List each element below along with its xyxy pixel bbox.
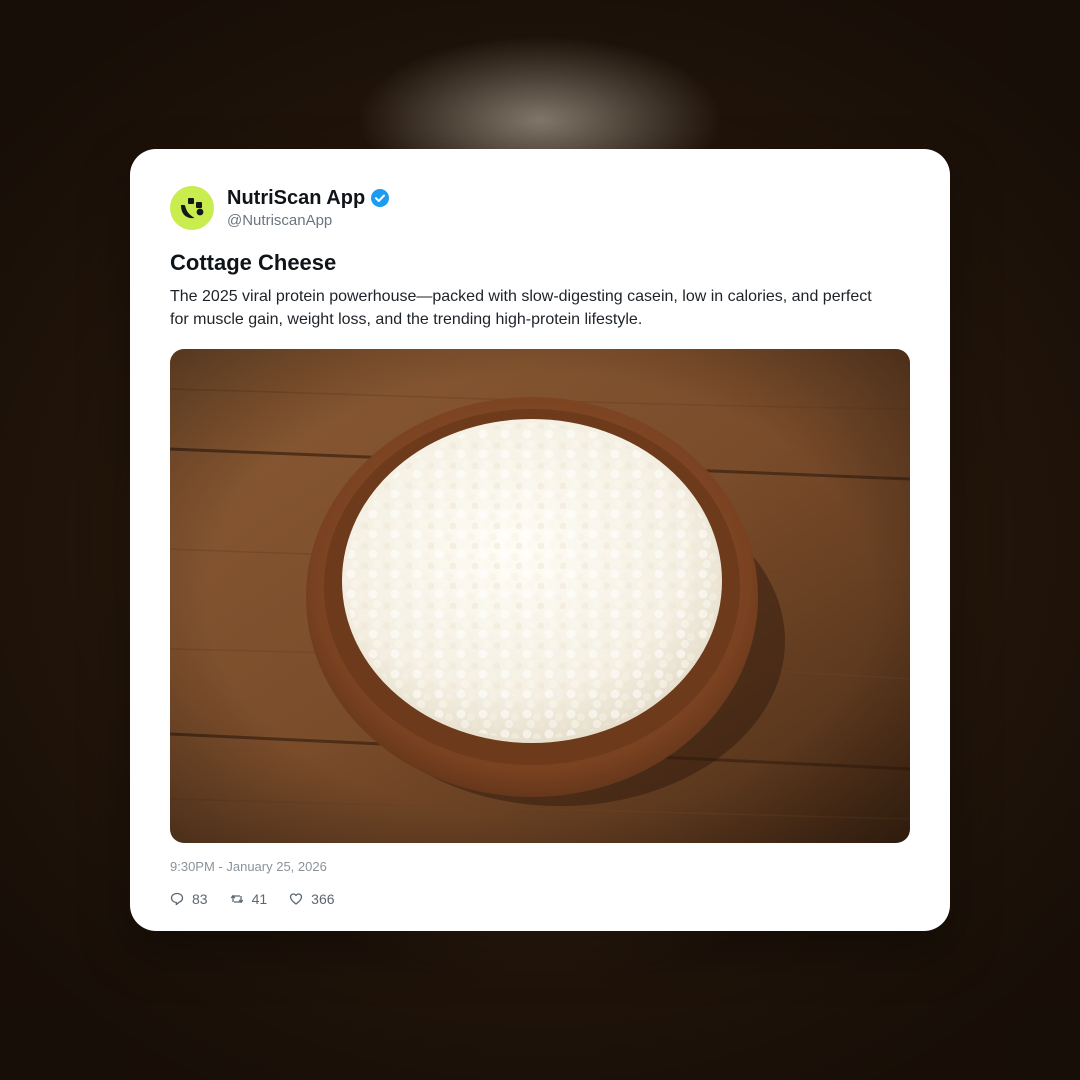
reply-button[interactable]: 83 bbox=[170, 891, 208, 907]
cottage-cheese-bowl-photo bbox=[170, 349, 910, 843]
post-text: The 2025 viral protein powerhouse—packed… bbox=[170, 288, 872, 328]
post-image[interactable] bbox=[170, 349, 910, 843]
repost-count: 41 bbox=[251, 891, 268, 907]
author-handle[interactable]: @NutriscanApp bbox=[227, 211, 389, 231]
repost-icon bbox=[230, 894, 243, 904]
leaf-logo-icon bbox=[181, 198, 204, 219]
post-header: NutriScan App @NutriscanApp bbox=[170, 185, 910, 231]
post-timestamp: 9:30PM - January 25, 2026 bbox=[170, 859, 327, 874]
reply-icon bbox=[170, 892, 184, 906]
post-actions: 83 41 366 bbox=[170, 891, 910, 907]
post-card: NutriScan App @NutriscanApp Cottage Chee… bbox=[130, 149, 950, 931]
post-title: Cottage Cheese bbox=[170, 250, 337, 275]
author-names: NutriScan App @NutriscanApp bbox=[227, 186, 390, 231]
like-count: 366 bbox=[311, 891, 335, 907]
like-button[interactable]: 366 bbox=[289, 891, 335, 907]
avatar[interactable] bbox=[170, 186, 214, 230]
reply-count: 83 bbox=[192, 891, 208, 907]
author-display-name[interactable]: NutriScan App bbox=[227, 186, 365, 210]
repost-button[interactable]: 41 bbox=[230, 891, 268, 907]
heart-icon bbox=[290, 893, 303, 905]
verified-badge-icon bbox=[371, 188, 390, 207]
